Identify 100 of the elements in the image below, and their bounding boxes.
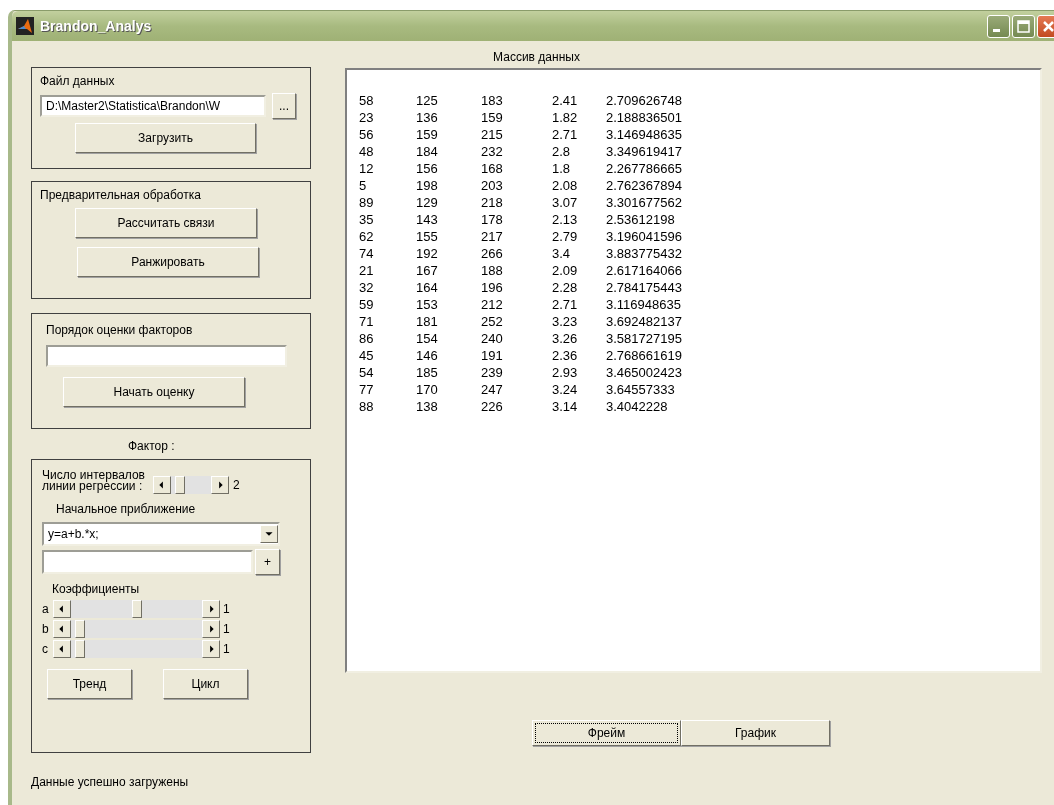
data-cell: 5: [359, 177, 367, 194]
data-cell: 3.4042228: [606, 398, 668, 415]
data-cell: 3.07: [552, 194, 578, 211]
coefficient-name: c: [42, 642, 49, 656]
intervals-value: 2: [233, 478, 240, 492]
data-cell: 35: [359, 211, 374, 228]
data-cell: 164: [416, 279, 438, 296]
data-cell: 138: [416, 398, 438, 415]
scrollbar-thumb[interactable]: [174, 476, 185, 494]
data-cell: 2.784175443: [606, 279, 682, 296]
scrollbar-thumb[interactable]: [74, 620, 85, 638]
data-cell: 153: [416, 296, 438, 313]
data-cell: 191: [481, 347, 503, 364]
coefficient-name: a: [42, 602, 50, 616]
data-cell: 239: [481, 364, 503, 381]
action-button[interactable]: Цикл: [163, 669, 248, 699]
status-text: Данные успешно загружены: [31, 775, 190, 789]
scrollbar-thumb[interactable]: [131, 600, 142, 618]
data-cell: 2.09: [552, 262, 578, 279]
data-cell: 240: [481, 330, 503, 347]
approximation-dropdown[interactable]: y=a+b.*x;: [42, 522, 280, 546]
app-logo-icon: [16, 17, 34, 35]
data-cell: 226: [481, 398, 503, 415]
data-cell: 32: [359, 279, 374, 296]
data-cell: 3.692482137: [606, 313, 682, 330]
data-cell: 154: [416, 330, 438, 347]
data-cell: 2.28: [552, 279, 578, 296]
scrollbar[interactable]: [153, 476, 229, 494]
file-path-field[interactable]: D:\Master2\Statistica\Brandon\W: [40, 95, 266, 117]
data-cell: 2.53612198: [606, 211, 675, 228]
action-button[interactable]: Рассчитать связи: [75, 208, 257, 238]
load-button[interactable]: Загрузить: [75, 123, 256, 153]
data-cell: 232: [481, 143, 503, 160]
data-cell: 2.36: [552, 347, 578, 364]
data-cell: 215: [481, 126, 503, 143]
data-cell: 143: [416, 211, 438, 228]
data-cell: 192: [416, 245, 438, 262]
data-cell: 146: [416, 347, 438, 364]
data-cell: 1.8: [552, 160, 571, 177]
data-cell: 3.349619417: [606, 143, 682, 160]
coefficient-name: b: [42, 622, 50, 636]
scrollbar[interactable]: [53, 620, 220, 638]
add-button[interactable]: +: [255, 549, 280, 575]
action-button[interactable]: Тренд: [47, 669, 132, 699]
scrollbar-thumb[interactable]: [74, 640, 85, 658]
data-cell: 2.8: [552, 143, 571, 160]
data-cell: 2.768661619: [606, 347, 682, 364]
factor-label: Фактор :: [128, 439, 175, 453]
data-cell: 56: [359, 126, 374, 143]
data-cell: 168: [481, 160, 503, 177]
action-button[interactable]: Ранжировать: [77, 247, 259, 277]
data-cell: 3.146948635: [606, 126, 682, 143]
data-cell: 170: [416, 381, 438, 398]
browse-button[interactable]: ...: [272, 93, 296, 119]
minimize-button[interactable]: [987, 14, 1010, 38]
data-cell: 218: [481, 194, 503, 211]
coefficient-value: 1: [223, 642, 230, 656]
data-cell: 59: [359, 296, 374, 313]
formula-field[interactable]: [42, 550, 253, 574]
data-cell: 1.82: [552, 109, 578, 126]
data-cell: 3.23: [552, 313, 578, 330]
data-cell: 3.116948635: [606, 296, 681, 313]
scrollbar[interactable]: [53, 600, 220, 618]
data-cell: 203: [481, 177, 503, 194]
data-cell: 3.465002423: [606, 364, 682, 381]
coefficients-label: Коэффициенты: [52, 582, 140, 596]
group-title: Файл данных: [40, 74, 115, 88]
close-button[interactable]: [1037, 14, 1054, 38]
data-cell: 136: [416, 109, 438, 126]
start-button[interactable]: Начать оценку: [63, 377, 245, 407]
data-cell: 3.581727195: [606, 330, 682, 347]
data-cell: 23: [359, 109, 374, 126]
data-cell: 3.64557333: [606, 381, 675, 398]
view-button[interactable]: Фрейм: [532, 720, 681, 746]
data-cell: 167: [416, 262, 438, 279]
data-cell: 247: [481, 381, 503, 398]
scrollbar[interactable]: [53, 640, 220, 658]
group-title: Предварительная обработка: [40, 188, 201, 202]
intervals-label: Число интервалов линии регрессии :: [42, 470, 145, 492]
data-cell: 62: [359, 228, 374, 245]
data-cell: 217: [481, 228, 503, 245]
data-cell: 2.08: [552, 177, 578, 194]
data-cell: 2.762367894: [606, 177, 682, 194]
data-cell: 88: [359, 398, 374, 415]
coefficient-value: 1: [223, 622, 230, 636]
data-cell: 54: [359, 364, 374, 381]
panel-title: Массив данных: [493, 50, 580, 64]
data-cell: 2.188836501: [606, 109, 682, 126]
data-cell: 181: [416, 313, 438, 330]
data-cell: 212: [481, 296, 503, 313]
order-field[interactable]: [46, 345, 287, 367]
data-cell: 198: [416, 177, 438, 194]
data-cell: 2.617164066: [606, 262, 682, 279]
data-cell: 156: [416, 160, 438, 177]
maximize-button[interactable]: [1012, 14, 1035, 38]
data-cell: 3.14: [552, 398, 578, 415]
data-cell: 2.71: [552, 126, 578, 143]
window-title: Brandon_Analys: [40, 18, 152, 34]
view-button[interactable]: График: [681, 720, 830, 746]
data-cell: 3.26: [552, 330, 578, 347]
